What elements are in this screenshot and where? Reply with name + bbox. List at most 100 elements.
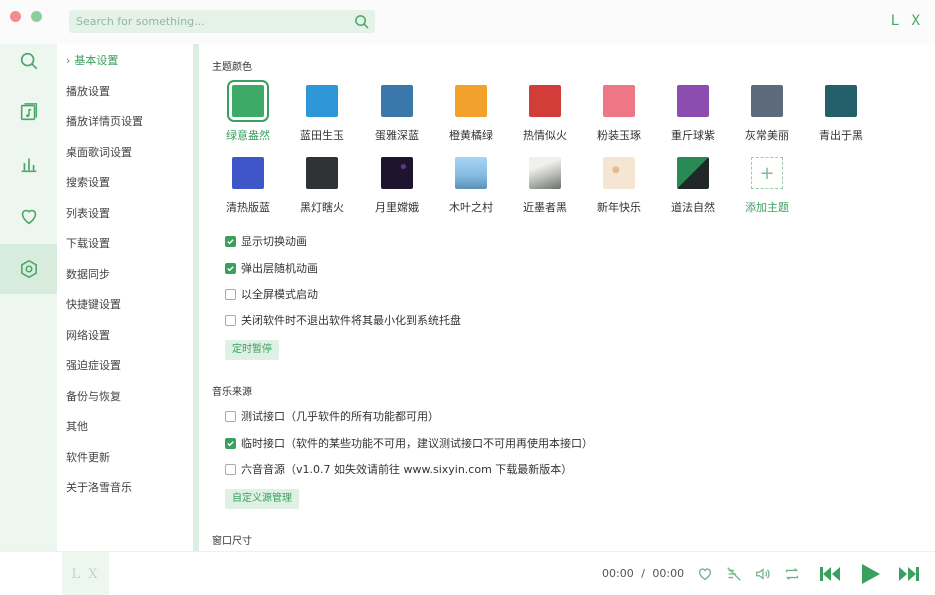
option-switch-animation[interactable]: 显示切换动画 xyxy=(225,233,307,249)
add-theme-button[interactable]: + 添加主题 xyxy=(734,157,800,215)
theme-blue[interactable]: 蓝田生玉 xyxy=(289,85,355,143)
theme-swatch xyxy=(825,85,857,117)
previous-icon xyxy=(820,567,840,581)
menu-item-other[interactable]: 其他 xyxy=(66,418,88,436)
next-button[interactable] xyxy=(897,563,921,585)
option-popup-animation[interactable]: 弹出层随机动画 xyxy=(225,260,318,276)
theme-green[interactable]: 绿意盎然 xyxy=(215,80,281,143)
checkbox-icon xyxy=(225,314,236,326)
menu-item-sync[interactable]: 数据同步 xyxy=(66,266,110,284)
checkbox-icon xyxy=(225,288,236,300)
previous-button[interactable] xyxy=(818,563,842,585)
theme-swatch xyxy=(381,85,413,117)
section-title-window-size: 窗口尺寸 xyxy=(212,536,252,547)
theme-indigo[interactable]: 清热版蓝 xyxy=(215,157,281,215)
volume-icon xyxy=(756,568,770,580)
menu-item-hotkey[interactable]: 快捷键设置 xyxy=(66,296,121,314)
menu-item-backup[interactable]: 备份与恢复 xyxy=(66,388,121,406)
theme-grey[interactable]: 灰常美丽 xyxy=(734,85,800,143)
theme-swatch xyxy=(455,85,487,117)
section-title-music-source: 音乐来源 xyxy=(212,387,252,398)
theme-swatch xyxy=(529,85,561,117)
menu-item-network[interactable]: 网络设置 xyxy=(66,327,110,345)
main-nav xyxy=(0,44,57,551)
option-fullscreen-start[interactable]: 以全屏模式启动 xyxy=(225,286,318,302)
nav-song-list[interactable] xyxy=(0,87,57,137)
favorite-button[interactable] xyxy=(696,565,714,583)
search-box[interactable] xyxy=(69,10,375,33)
menu-item-basic[interactable]: 基本设置 xyxy=(66,52,118,70)
chart-icon xyxy=(21,158,36,173)
theme-swatch xyxy=(603,85,635,117)
app-logo: L X xyxy=(890,13,922,29)
theme-nature[interactable]: 道法自然 xyxy=(660,157,726,215)
theme-swatch xyxy=(455,157,487,189)
player-bar: L X 00:00 / 00:00 xyxy=(0,551,935,595)
theme-swatch xyxy=(306,85,338,117)
theme-swatch xyxy=(227,80,269,122)
theme-teal[interactable]: 青出于黑 xyxy=(808,85,874,143)
theme-swatch xyxy=(603,157,635,189)
theme-swatch xyxy=(529,157,561,189)
checkbox-checked-icon xyxy=(225,235,236,247)
nav-search[interactable] xyxy=(0,36,57,86)
theme-black[interactable]: 黑灯瞎火 xyxy=(289,157,355,215)
menu-item-odc[interactable]: 强迫症设置 xyxy=(66,357,121,375)
theme-village[interactable]: 木叶之村 xyxy=(438,157,504,215)
heart-icon xyxy=(21,209,36,225)
lyric-off-icon xyxy=(727,567,741,581)
loop-mode-button[interactable] xyxy=(783,565,801,583)
checkbox-icon xyxy=(225,463,236,475)
source-sixyin[interactable]: 六音音源（v1.0.7 如失效请前往 www.sixyin.com 下载最新版本… xyxy=(225,461,572,477)
plus-icon: + xyxy=(751,157,783,189)
theme-pink[interactable]: 粉装玉琢 xyxy=(586,85,652,143)
theme-swatch xyxy=(751,85,783,117)
settings-menu: 基本设置 播放设置 播放详情页设置 桌面歌词设置 搜索设置 列表设置 下载设置 … xyxy=(57,44,193,551)
next-icon xyxy=(899,567,919,581)
nav-favorites[interactable] xyxy=(0,191,57,241)
checkbox-checked-icon xyxy=(225,262,236,274)
menu-item-search[interactable]: 搜索设置 xyxy=(66,174,110,192)
music-list-icon xyxy=(20,103,37,121)
theme-swatch xyxy=(232,157,264,189)
source-test-api[interactable]: 测试接口（几乎软件的所有功能都可用） xyxy=(225,408,439,424)
lyric-toggle-button[interactable] xyxy=(725,565,743,583)
menu-item-update[interactable]: 软件更新 xyxy=(66,449,110,467)
title-bar: L X xyxy=(0,0,935,44)
menu-item-play[interactable]: 播放设置 xyxy=(66,83,110,101)
theme-swatch xyxy=(381,157,413,189)
play-icon xyxy=(862,564,880,584)
nav-leaderboard[interactable] xyxy=(0,139,57,189)
minimize-window-button[interactable] xyxy=(31,11,42,22)
search-input[interactable] xyxy=(69,10,349,33)
theme-deep-blue[interactable]: 蛋雅深蓝 xyxy=(364,85,430,143)
theme-ink[interactable]: 近墨者黑 xyxy=(512,157,578,215)
play-button[interactable] xyxy=(858,562,882,586)
theme-swatch xyxy=(677,85,709,117)
theme-new-year[interactable]: 新年快乐 xyxy=(586,157,652,215)
close-window-button[interactable] xyxy=(10,11,21,22)
source-temp-api[interactable]: 临时接口（软件的某些功能不可用，建议测试接口不可用再使用本接口） xyxy=(225,435,593,451)
theme-purple[interactable]: 重斤球紫 xyxy=(660,85,726,143)
custom-source-button[interactable]: 自定义源管理 xyxy=(225,489,299,509)
section-title-theme: 主题颜色 xyxy=(212,62,252,73)
theme-orange[interactable]: 橙黄橘绿 xyxy=(438,85,504,143)
menu-item-play-detail[interactable]: 播放详情页设置 xyxy=(66,113,143,131)
menu-item-about[interactable]: 关于洛雪音乐 xyxy=(66,479,132,497)
menu-item-download[interactable]: 下载设置 xyxy=(66,235,110,253)
option-minimize-to-tray[interactable]: 关闭软件时不退出软件将其最小化到系统托盘 xyxy=(225,312,461,328)
checkbox-checked-icon xyxy=(225,437,236,449)
volume-button[interactable] xyxy=(754,565,772,583)
menu-item-list[interactable]: 列表设置 xyxy=(66,205,110,223)
repeat-icon xyxy=(785,568,799,580)
menu-item-desktop-lyric[interactable]: 桌面歌词设置 xyxy=(66,144,132,162)
album-cover[interactable]: L X xyxy=(62,552,109,595)
theme-swatch xyxy=(306,157,338,189)
timer-pause-button[interactable]: 定时暂停 xyxy=(225,340,279,360)
settings-content: 主题颜色 绿意盎然 蓝田生玉 蛋雅深蓝 橙黄橘绿 热情似火 粉装玉琢 重斤球紫 … xyxy=(199,44,935,551)
theme-red[interactable]: 热情似火 xyxy=(512,85,578,143)
theme-moon[interactable]: 月里嫦娥 xyxy=(364,157,430,215)
heart-plus-icon xyxy=(698,568,712,581)
nav-settings[interactable] xyxy=(0,244,57,294)
search-icon[interactable] xyxy=(354,14,369,29)
